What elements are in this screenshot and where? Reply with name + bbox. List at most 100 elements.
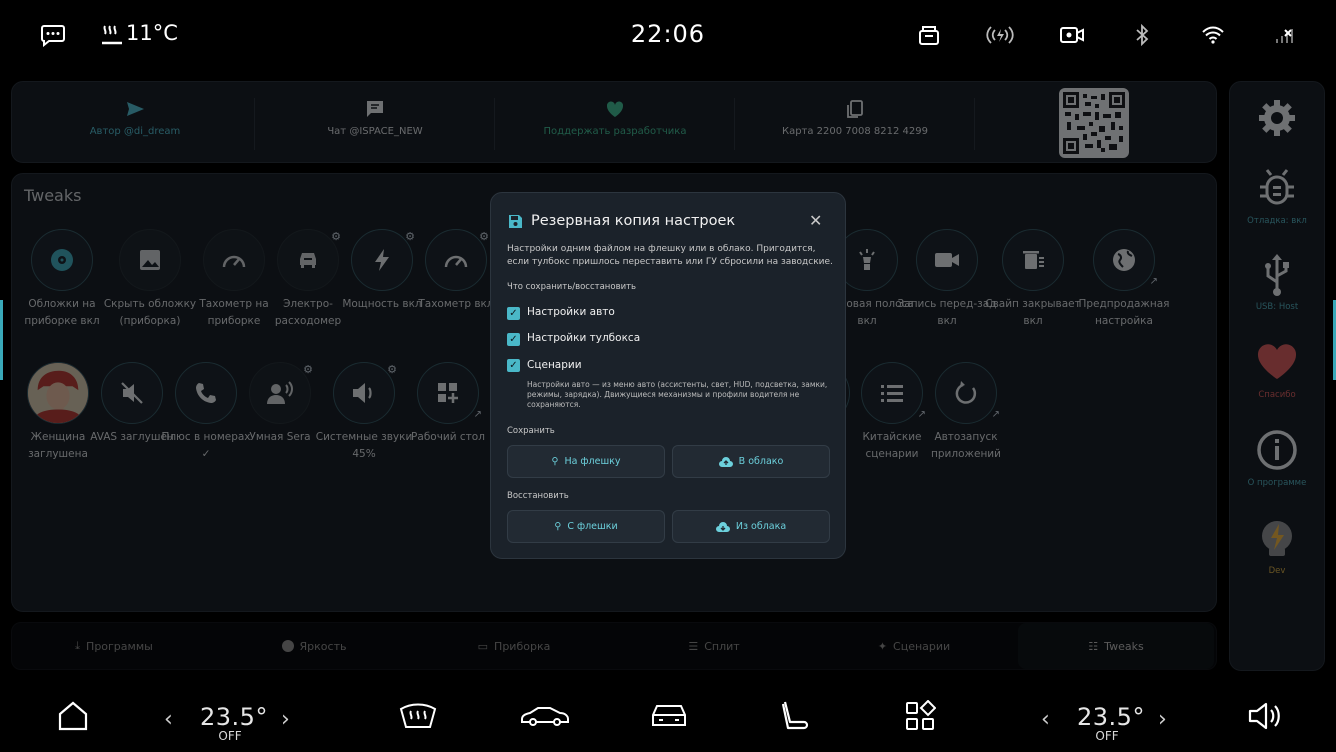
- image-icon: [140, 250, 160, 270]
- right-temp-down-button[interactable]: ‹: [1041, 707, 1050, 732]
- cellular-off-icon: [1272, 22, 1300, 48]
- save-icon: [509, 215, 522, 228]
- right-climate[interactable]: 23.5° OFF: [1077, 703, 1144, 743]
- tweak-autostart[interactable]: ↗ Автозапуск приложений: [916, 362, 1016, 463]
- left-temp: 23.5°: [200, 703, 268, 731]
- close-icon[interactable]: ✕: [809, 211, 822, 230]
- dev-button[interactable]: Dev: [1229, 516, 1325, 576]
- gear-icon: ⚙: [479, 230, 489, 243]
- tab-label: Сплит: [704, 639, 740, 653]
- backup-dialog: Резервная копия настроек ✕ Настройки одн…: [490, 192, 846, 559]
- gear-icon: ⚙: [303, 363, 313, 376]
- tweak-label: Автозапуск приложений: [931, 431, 1001, 460]
- tab-brightness[interactable]: Яркость: [216, 623, 412, 669]
- sparkle-icon: ✦: [877, 639, 888, 653]
- gauge-icon: [444, 255, 468, 268]
- donate-link[interactable]: Поддержать разработчика: [495, 98, 735, 137]
- bluetooth-icon: [1128, 22, 1156, 48]
- mute-icon: [121, 382, 143, 404]
- tweak-presale[interactable]: ↗ Предпродажная настройка: [1074, 229, 1174, 330]
- brightness-icon: [281, 640, 294, 652]
- checkbox-label: Сценарии: [527, 359, 582, 371]
- tweak-label: Свайп закрывает вкл: [985, 298, 1081, 327]
- qr-code-icon: [1063, 92, 1125, 154]
- chat-link-label: Чат @ISPACE_NEW: [327, 126, 423, 137]
- seat-icon: [781, 701, 809, 730]
- usb-button[interactable]: USB: Host: [1229, 252, 1325, 312]
- tweak-record[interactable]: Запись перед-зад вкл: [897, 229, 997, 330]
- dev-icon: [1262, 521, 1292, 556]
- save-to-cloud-button[interactable]: В облако: [672, 445, 830, 478]
- dialog-note: Настройки авто — из меню авто (ассистент…: [527, 380, 828, 409]
- restore-from-cloud-button[interactable]: Из облака: [672, 510, 830, 543]
- checkbox-car-settings[interactable]: ✓: [507, 307, 520, 320]
- heart-icon: [1257, 344, 1297, 379]
- card-link[interactable]: Карта 2200 7008 8212 4299: [735, 98, 975, 137]
- checkbox-toolbox-settings[interactable]: ✓: [507, 333, 520, 346]
- car-button[interactable]: [520, 696, 570, 736]
- vehicle-button[interactable]: [648, 696, 690, 736]
- left-climate[interactable]: 23.5° OFF: [200, 703, 268, 743]
- restore-from-usb-button[interactable]: ⚲ С флешки: [507, 510, 665, 543]
- tab-split[interactable]: ☰ Сплит: [616, 623, 812, 669]
- status-bar: 11°C 22:06: [0, 0, 1336, 70]
- tab-label: Яркость: [299, 639, 347, 653]
- add-widget-icon: [438, 383, 458, 403]
- tab-tweaks[interactable]: ☷ Tweaks: [1018, 623, 1214, 669]
- seat-button[interactable]: [775, 696, 815, 736]
- signal-broadcast-icon: [985, 22, 1015, 48]
- settings-button[interactable]: [1229, 96, 1325, 146]
- debug-button[interactable]: Отладка: вкл: [1229, 166, 1325, 226]
- external-link-icon: ↗: [1149, 276, 1158, 287]
- gear-icon: ⚙: [387, 363, 397, 376]
- camera-recording-icon: [1058, 22, 1086, 48]
- usb-icon: ⚲: [551, 456, 559, 467]
- car-side-icon: [521, 707, 569, 726]
- save-to-usb-button[interactable]: ⚲ На флешку: [507, 445, 665, 478]
- left-temp-down-button[interactable]: ‹: [164, 707, 173, 732]
- donate-link-label: Поддержать разработчика: [543, 126, 687, 137]
- disc-icon: [51, 249, 73, 271]
- thanks-button[interactable]: Спасибо: [1229, 340, 1325, 400]
- rail-label: Отладка: вкл: [1247, 216, 1307, 226]
- volume-button[interactable]: [1244, 696, 1284, 736]
- tweak-swipe[interactable]: Свайп закрывает вкл: [983, 229, 1083, 330]
- usb-icon: ⚲: [554, 521, 562, 532]
- author-link[interactable]: Автор @di_dream: [15, 98, 255, 137]
- cloud-upload-icon: [718, 456, 733, 467]
- tab-dashboard[interactable]: ▭ Приборка: [416, 623, 612, 669]
- apps-button[interactable]: [900, 696, 940, 736]
- tab-scenarios[interactable]: ✦ Сценарии: [816, 623, 1012, 669]
- what-to-save-label: Что сохранить/восстановить: [507, 282, 637, 292]
- right-temp-up-button[interactable]: ›: [1158, 707, 1167, 732]
- tab-label: Программы: [86, 639, 153, 653]
- tab-programs[interactable]: ⤓ Программы: [16, 623, 212, 669]
- home-button[interactable]: [53, 696, 93, 736]
- chat-link[interactable]: Чат @ISPACE_NEW: [255, 98, 495, 137]
- left-temp-up-button[interactable]: ›: [281, 707, 290, 732]
- tweak-sublabel: 45%: [352, 448, 376, 460]
- list-icon: [881, 385, 903, 402]
- restore-section-label: Восстановить: [507, 491, 569, 501]
- tweak-label: Тахометр вкл: [418, 298, 494, 310]
- button-label: На флешку: [564, 456, 621, 467]
- external-link-icon: ↗: [991, 409, 1000, 420]
- tweak-covers[interactable]: Обложки на приборке вкл: [12, 229, 112, 330]
- volume-icon: [353, 383, 372, 403]
- heart-icon: [606, 101, 624, 117]
- chat-icon: [367, 101, 383, 117]
- car-front-icon: [652, 705, 686, 726]
- wifi-icon: [1199, 22, 1227, 48]
- home-icon: [58, 701, 88, 731]
- about-button[interactable]: О программе: [1229, 428, 1325, 488]
- tweak-desktop[interactable]: ↗ Рабочий стол: [398, 362, 498, 446]
- rail-label: Спасибо: [1258, 390, 1296, 400]
- bolt-icon: [375, 249, 389, 271]
- settings-icon: [1259, 100, 1295, 136]
- checkbox-scenarios[interactable]: ✓: [507, 359, 520, 372]
- defrost-button[interactable]: [398, 696, 438, 736]
- windshield-defrost-icon: [399, 703, 437, 728]
- tweak-label: Обложки на приборке вкл: [24, 298, 100, 327]
- tweak-label: Умная Sera: [249, 431, 311, 443]
- dashcam-storage-icon[interactable]: [915, 22, 943, 48]
